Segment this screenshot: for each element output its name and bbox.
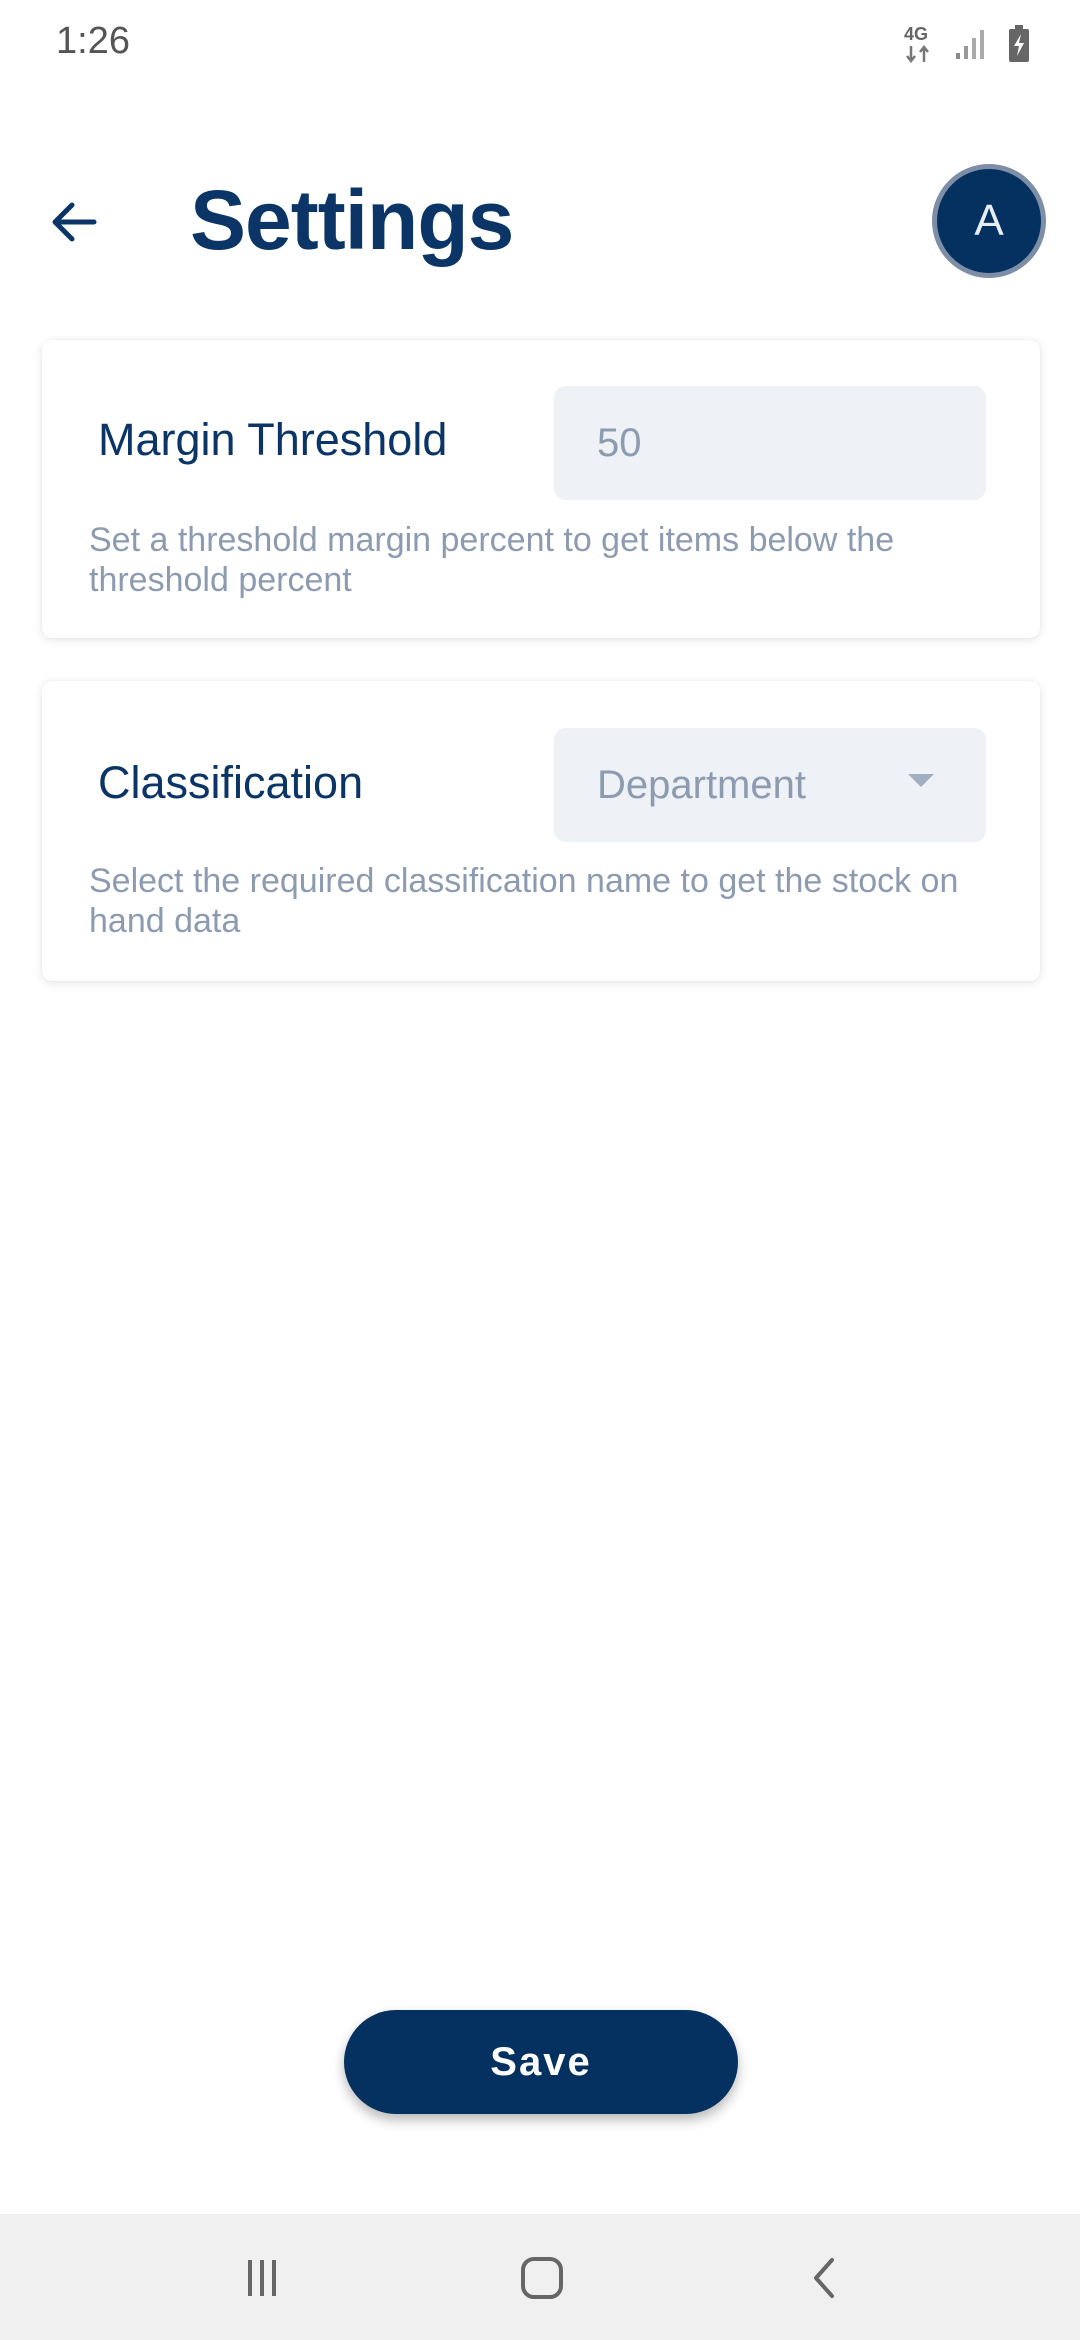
- arrow-left-icon: [52, 202, 97, 242]
- classification-description: Select the required classification name …: [89, 862, 959, 940]
- status-time: 1:26: [56, 20, 130, 62]
- recent-apps-button[interactable]: [226, 2242, 298, 2314]
- back-icon: [814, 2258, 834, 2298]
- recent-apps-icon: [248, 2260, 276, 2296]
- home-button[interactable]: [506, 2242, 578, 2314]
- classification-select[interactable]: Department: [554, 728, 986, 842]
- classification-selected-value: Department: [597, 762, 806, 807]
- nav-back-button[interactable]: [788, 2242, 860, 2314]
- classification-card: Classification Department Select the req…: [42, 681, 1040, 981]
- status-icons: 4G: [904, 22, 1030, 66]
- margin-threshold-description: Set a threshold margin percent to get it…: [89, 521, 895, 599]
- back-button[interactable]: [38, 186, 110, 258]
- page-title: Settings: [190, 173, 514, 267]
- avatar-initial: A: [974, 196, 1004, 245]
- avatar[interactable]: A: [932, 164, 1046, 278]
- network-type-label: 4G: [904, 24, 929, 44]
- margin-threshold-label: Margin Threshold: [98, 414, 448, 465]
- signal-icon: [956, 30, 984, 59]
- classification-label: Classification: [98, 757, 364, 808]
- battery-charging-icon: [1009, 25, 1029, 62]
- home-icon: [521, 2257, 563, 2299]
- margin-threshold-value: 50: [597, 420, 642, 465]
- save-button[interactable]: Save: [344, 2010, 738, 2114]
- chevron-down-icon: [908, 774, 934, 787]
- network-4g-icon: 4G: [904, 22, 934, 66]
- margin-threshold-input[interactable]: 50: [554, 386, 986, 500]
- navigation-bar: [0, 2214, 1080, 2340]
- margin-threshold-card: Margin Threshold 50 Set a threshold marg…: [42, 340, 1040, 638]
- status-bar: 1:26 4G: [0, 0, 1080, 90]
